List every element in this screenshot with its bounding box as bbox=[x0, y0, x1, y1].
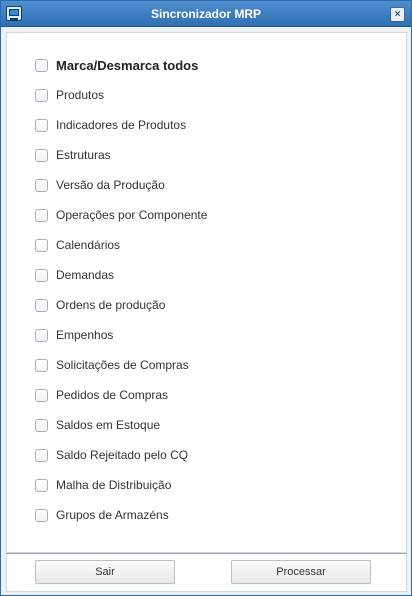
checkbox-icon[interactable] bbox=[35, 358, 48, 372]
option-label: Calendários bbox=[56, 238, 121, 252]
dialog-window: Sincronizador MRP × Marca/Desmarca todos… bbox=[0, 0, 412, 596]
checkbox-icon[interactable] bbox=[35, 208, 48, 222]
checkbox-solicitacoes-compras[interactable]: Solicitações de Compras bbox=[35, 355, 189, 375]
option-label: Demandas bbox=[56, 268, 115, 282]
checkbox-pedidos-compras[interactable]: Pedidos de Compras bbox=[35, 385, 168, 405]
checkbox-icon[interactable] bbox=[35, 388, 48, 402]
checkbox-empenhos[interactable]: Empenhos bbox=[35, 325, 113, 345]
process-button[interactable]: Processar bbox=[231, 560, 371, 584]
checkbox-icon[interactable] bbox=[35, 88, 48, 102]
select-all-label: Marca/Desmarca todos bbox=[56, 57, 199, 73]
option-label: Indicadores de Produtos bbox=[56, 118, 187, 132]
checkbox-select-all[interactable]: Marca/Desmarca todos bbox=[35, 55, 198, 75]
option-label: Malha de Distribuição bbox=[56, 478, 172, 492]
checkbox-icon[interactable] bbox=[35, 118, 48, 132]
checkbox-icon[interactable] bbox=[35, 448, 48, 462]
option-label: Grupos de Armazéns bbox=[56, 508, 169, 522]
button-bar: Sair Processar bbox=[6, 553, 407, 592]
option-label: Ordens de produção bbox=[56, 298, 166, 312]
checkbox-demandas[interactable]: Demandas bbox=[35, 265, 114, 285]
option-label: Estruturas bbox=[56, 148, 111, 162]
checkbox-ordens-producao[interactable]: Ordens de produção bbox=[35, 295, 165, 315]
checkbox-icon[interactable] bbox=[35, 328, 48, 342]
checkbox-indicadores-produtos[interactable]: Indicadores de Produtos bbox=[35, 115, 186, 135]
close-button[interactable]: × bbox=[390, 7, 405, 22]
option-label: Versão da Produção bbox=[56, 178, 165, 192]
option-label: Produtos bbox=[56, 88, 105, 102]
checkbox-icon[interactable] bbox=[35, 178, 48, 192]
checkbox-calendarios[interactable]: Calendários bbox=[35, 235, 120, 255]
checkbox-produtos[interactable]: Produtos bbox=[35, 85, 104, 105]
window-title: Sincronizador MRP bbox=[150, 7, 261, 21]
checkbox-estruturas[interactable]: Estruturas bbox=[35, 145, 111, 165]
checkbox-icon[interactable] bbox=[35, 58, 48, 72]
option-label: Pedidos de Compras bbox=[56, 388, 169, 402]
checkbox-saldo-rejeitado-cq[interactable]: Saldo Rejeitado pelo CQ bbox=[35, 445, 188, 465]
checkbox-operacoes-componente[interactable]: Operações por Componente bbox=[35, 205, 207, 225]
checkbox-icon[interactable] bbox=[35, 508, 48, 522]
checkbox-icon[interactable] bbox=[35, 418, 48, 432]
checkbox-icon[interactable] bbox=[35, 268, 48, 282]
exit-button[interactable]: Sair bbox=[35, 560, 175, 584]
option-label: Empenhos bbox=[56, 328, 114, 342]
checkbox-malha-distribuicao[interactable]: Malha de Distribuição bbox=[35, 475, 171, 495]
option-label: Saldos em Estoque bbox=[56, 418, 161, 432]
checkbox-icon[interactable] bbox=[35, 238, 48, 252]
checkbox-versao-producao[interactable]: Versão da Produção bbox=[35, 175, 165, 195]
checkbox-icon[interactable] bbox=[35, 478, 48, 492]
title-bar[interactable]: Sincronizador MRP × bbox=[1, 1, 411, 27]
checkbox-saldos-estoque[interactable]: Saldos em Estoque bbox=[35, 415, 160, 435]
checkbox-icon[interactable] bbox=[35, 298, 48, 312]
option-label: Solicitações de Compras bbox=[56, 358, 189, 372]
option-label: Saldo Rejeitado pelo CQ bbox=[56, 448, 189, 462]
option-label: Operações por Componente bbox=[56, 208, 208, 222]
options-panel: Marca/Desmarca todos Produtos Indicadore… bbox=[6, 32, 407, 553]
checkbox-grupos-armazens[interactable]: Grupos de Armazéns bbox=[35, 505, 169, 525]
checkbox-icon[interactable] bbox=[35, 148, 48, 162]
